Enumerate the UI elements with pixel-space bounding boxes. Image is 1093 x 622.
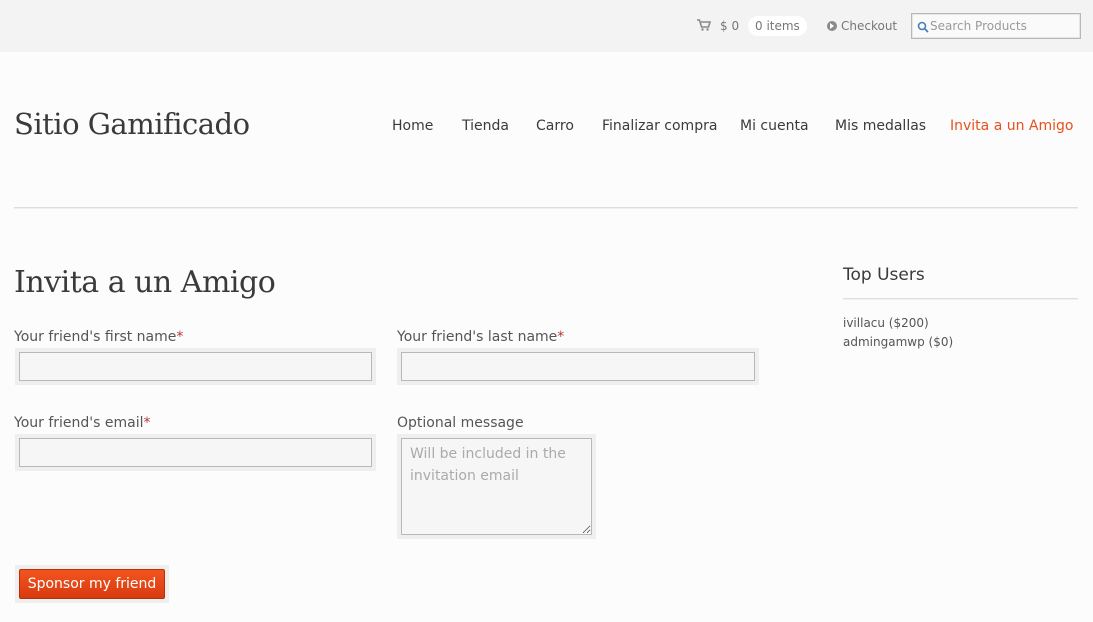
message-label: Optional message	[397, 415, 524, 431]
page-title: Invita a un Amigo	[14, 265, 276, 300]
first-name-input[interactable]	[19, 352, 372, 381]
submit-wrap: Sponsor my friend	[15, 565, 169, 603]
search-box[interactable]	[911, 13, 1081, 39]
arrow-circle-icon	[827, 21, 837, 31]
nav-item-carro[interactable]: Carro	[536, 118, 574, 134]
last-name-label: Your friend's last name*	[397, 329, 564, 345]
message-textarea[interactable]	[401, 438, 592, 535]
last-name-label-text: Your friend's last name	[397, 329, 558, 345]
nav-item-tienda[interactable]: Tienda	[462, 118, 509, 134]
email-input[interactable]	[19, 438, 372, 467]
email-label-text: Your friend's email	[14, 415, 144, 431]
nav-item-home[interactable]: Home	[392, 118, 433, 134]
top-users-title: Top Users	[843, 265, 925, 285]
first-name-field-wrap	[15, 348, 376, 385]
last-name-field-wrap	[397, 348, 759, 385]
first-name-label: Your friend's first name*	[14, 329, 183, 345]
cart-items-count[interactable]: 0 items	[748, 16, 807, 36]
required-marker: *	[143, 415, 151, 431]
email-field-wrap	[15, 434, 376, 471]
sponsor-friend-button[interactable]: Sponsor my friend	[19, 569, 165, 599]
nav-item-invita-a-un-amigo[interactable]: Invita a un Amigo	[950, 118, 1073, 134]
checkout-link[interactable]: Checkout	[827, 19, 897, 33]
nav-item-mis-medallas[interactable]: Mis medallas	[835, 118, 926, 134]
required-marker: *	[176, 329, 184, 345]
top-users-list: ivillacu ($200) admingamwp ($0)	[843, 314, 953, 352]
main-nav: Home Tienda Carro Finalizar compra Mi cu…	[0, 118, 1093, 138]
last-name-input[interactable]	[401, 352, 755, 381]
cart-total[interactable]: $ 0	[720, 19, 739, 33]
search-icon	[917, 21, 929, 33]
header-divider	[14, 207, 1078, 209]
first-name-label-text: Your friend's first name	[14, 329, 177, 345]
email-label: Your friend's email*	[14, 415, 151, 431]
nav-item-finalizar-compra[interactable]: Finalizar compra	[602, 118, 717, 134]
message-field-wrap	[397, 434, 596, 539]
cart-icon[interactable]	[697, 19, 711, 31]
checkout-label: Checkout	[841, 19, 898, 33]
list-item: ivillacu ($200)	[843, 316, 929, 330]
nav-item-mi-cuenta[interactable]: Mi cuenta	[740, 118, 809, 134]
search-input[interactable]	[930, 17, 1075, 35]
required-marker: *	[557, 329, 565, 345]
widget-divider	[843, 298, 1078, 300]
top-bar: $ 0 0 items Checkout	[0, 0, 1093, 52]
list-item: admingamwp ($0)	[843, 335, 954, 349]
